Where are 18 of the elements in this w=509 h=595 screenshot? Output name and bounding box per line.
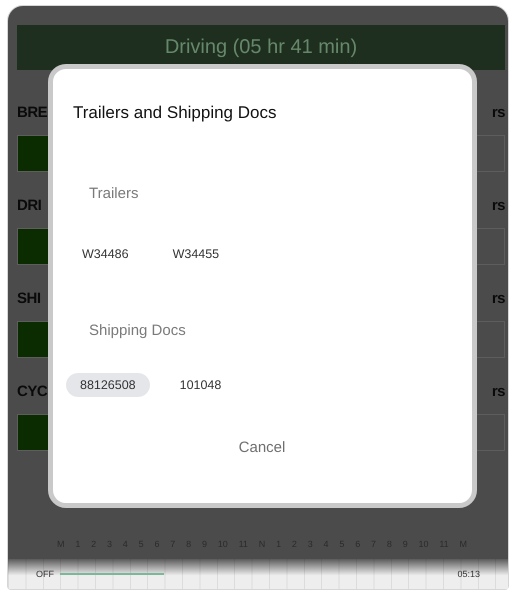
item-chip[interactable]: W34455 [158, 242, 234, 266]
dialog-title: Trailers and Shipping Docs [73, 103, 278, 123]
row-label: rs [492, 290, 505, 306]
item-chip[interactable]: 101048 [166, 373, 236, 397]
row-label: CYC [17, 382, 48, 400]
item-chip[interactable]: W34486 [68, 242, 143, 266]
section-heading: Trailers [89, 185, 140, 202]
status-label: OFF [36, 569, 54, 579]
row-label: rs [492, 382, 505, 400]
row-label: BRE [17, 104, 48, 120]
section-heading: Shipping Docs [89, 322, 187, 339]
row-label: rs [492, 196, 505, 214]
cancel-button[interactable]: Cancel [230, 435, 294, 460]
row-label: rs [492, 104, 505, 120]
item-chip[interactable]: 88126508 [66, 373, 150, 397]
total-time: 05:13 [457, 569, 480, 579]
row-label: SHI [17, 290, 41, 306]
row-label: DRI [17, 196, 42, 214]
